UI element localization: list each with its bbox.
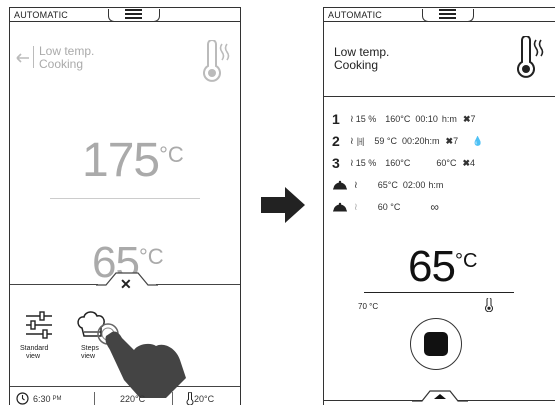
probe-temp: 20°C (194, 393, 215, 404)
step-row[interactable]: 1 ≀ 15 % 160°C 00:10 h:m ✖ 7 (332, 108, 554, 130)
step-time-unit: h:m (441, 114, 457, 124)
menu-button[interactable] (422, 9, 474, 22)
infinity-icon: ∞ (430, 200, 439, 214)
step-temp: 65°C (377, 180, 398, 190)
oven-temp-value: 175 (82, 134, 160, 187)
temp-divider (50, 198, 200, 199)
title-divider (33, 46, 34, 68)
stop-icon (424, 332, 448, 356)
fan-icon: ✖ (445, 135, 454, 146)
cloche-icon (333, 202, 347, 212)
step-time-unit: h:m (428, 180, 444, 190)
steam-icon: ≀ (350, 113, 354, 125)
steam-icon: ≀ (354, 179, 358, 191)
hamburger-icon (125, 9, 142, 19)
right-oven-screen: AUTOMATIC Low temp. Cooking 1 ≀ 15 % 160… (323, 7, 555, 405)
standard-view-label-1: Standard (20, 345, 49, 352)
oven-temp-unit: °C (159, 142, 184, 167)
damper-icon: |⫲| (356, 135, 365, 146)
step-time: 02:00 (402, 180, 426, 190)
drops-icon: 💧 (472, 135, 484, 146)
core-temperature[interactable]: 65 °C (408, 244, 477, 290)
program-title: Low temp. Cooking (334, 46, 389, 72)
step-row[interactable]: ≀ 60 °C ∞ (332, 196, 554, 218)
thermometer-steam-icon (200, 39, 236, 91)
step-row[interactable]: 3 ≀ 15 % 160°C 60°C ✖ 4 (332, 152, 554, 174)
steam-icon: ≀ (350, 157, 354, 169)
step-row[interactable]: ≀ 65°C 02:00 h:m (332, 174, 554, 196)
steam-icon: ≀ (350, 135, 354, 147)
left-oven-screen: AUTOMATIC Low temp. Cooking 175 °C 65 °C (9, 7, 241, 405)
oven-temperature[interactable]: 175 °C (82, 136, 184, 186)
sliders-icon (26, 311, 52, 339)
hamburger-icon (439, 9, 456, 19)
step-core-temp: 60°C (436, 158, 457, 168)
step-temp: 60 °C (377, 202, 401, 212)
view-selector-panel: ✕ Standard view Steps view 6:30 PM 220°C… (10, 272, 240, 405)
probe-thermometer-icon (186, 392, 194, 405)
close-icon[interactable]: ✕ (120, 276, 132, 293)
step-time: 00:20 (401, 136, 425, 146)
standard-view-label-2: view (26, 353, 41, 360)
fan-icon: ✖ (462, 113, 471, 124)
pointing-hand-icon (97, 323, 186, 398)
probe-status: 20°C (186, 392, 214, 405)
step-temp: 160°C (385, 114, 411, 124)
core-temp-value: 65 (408, 242, 456, 291)
probe-icon (484, 297, 494, 317)
step-number: 3 (332, 155, 340, 171)
core-set-temp: 70 °C (358, 302, 379, 311)
step-row[interactable]: 2 ≀ |⫲| 59 °C 00:20 h:m ✖ 7 💧 (332, 130, 554, 152)
step-fan: 7 (453, 136, 459, 146)
stop-button[interactable] (410, 318, 462, 370)
cloche-icon (333, 180, 347, 190)
bottom-tab[interactable] (412, 390, 468, 402)
mode-label: AUTOMATIC (14, 10, 68, 20)
clock-status: 6:30 PM (16, 392, 62, 405)
step-temp: 160°C (385, 158, 411, 168)
step-number: 1 (332, 111, 340, 127)
step-time: 00:10 (415, 114, 438, 124)
back-arrow-icon[interactable] (16, 50, 30, 68)
clock-time: 6:30 (33, 393, 51, 404)
clock-suffix: PM (52, 395, 62, 402)
step-time-unit: h:m (424, 136, 440, 146)
fan-icon: ✖ (462, 157, 471, 168)
transition-arrow-icon (261, 187, 305, 228)
oven-temp-status: 220°C (120, 394, 146, 404)
menu-button[interactable] (108, 9, 160, 22)
title-line-2: Cooking (334, 58, 379, 72)
title-divider (324, 96, 555, 97)
steps-list: 1 ≀ 15 % 160°C 00:10 h:m ✖ 7 2 ≀ |⫲| 59 … (332, 108, 554, 218)
core-temp-unit: °C (454, 250, 478, 272)
step-number: 2 (332, 133, 340, 149)
step-humidity: 15 % (355, 114, 377, 124)
step-fan: 7 (470, 114, 476, 124)
step-fan: 4 (470, 158, 476, 168)
mode-label: AUTOMATIC (328, 10, 382, 20)
thermometer-steam-icon (514, 35, 550, 87)
standard-view-option[interactable]: Standard view (20, 310, 64, 360)
step-humidity: 15 % (355, 158, 377, 168)
program-title: Low temp. Cooking (39, 45, 94, 71)
temp-divider (364, 292, 514, 294)
step-temp: 59 °C (374, 136, 397, 146)
title-line-2: Cooking (39, 57, 84, 71)
steam-icon: ≀ (354, 201, 358, 213)
clock-icon (16, 392, 29, 405)
